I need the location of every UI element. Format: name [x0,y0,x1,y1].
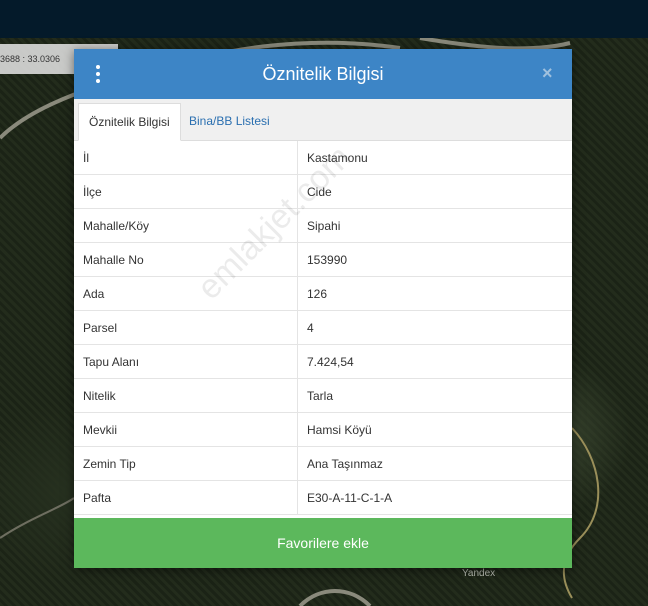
attribute-value: Sipahi [297,208,572,243]
table-row: Nitelik Tarla [74,378,572,413]
attribute-label: İlçe [74,174,298,209]
modal-header: Öznitelik Bilgisi × [74,49,572,99]
attribute-info-modal: Öznitelik Bilgisi × Öznitelik Bilgisi Bi… [74,49,572,568]
attribute-value: 126 [297,276,572,311]
attribute-value: 153990 [297,242,572,277]
table-row: İl Kastamonu [74,141,572,175]
map-attribution: Yandex [462,568,496,579]
table-row: Pafta E30-A-11-C-1-A [74,480,572,515]
attribute-label: İl [74,141,298,175]
table-row: Tapu Alanı 7.424,54 [74,344,572,379]
attribute-value: 7.424,54 [297,344,572,379]
table-row: Zemin Tip Ana Taşınmaz [74,446,572,481]
attribute-value: 4 [297,310,572,345]
table-row: Parsel 4 [74,310,572,345]
attribute-value: Hamsi Köyü [297,412,572,447]
table-row: Mahalle No 153990 [74,242,572,277]
add-to-favorites-button[interactable]: Favorilere ekle [74,518,572,568]
attribute-value: E30-A-11-C-1-A [297,480,572,515]
attribute-value: Ana Taşınmaz [297,446,572,481]
attribute-label: Tapu Alanı [74,344,298,379]
attribute-label: Zemin Tip [74,446,298,481]
tab-attribute-info[interactable]: Öznitelik Bilgisi [78,103,181,141]
attribute-label: Ada [74,276,298,311]
attribute-value: Tarla [297,378,572,413]
attribute-value: Cide [297,174,572,209]
tab-bar: Öznitelik Bilgisi Bina/BB Listesi [74,99,572,141]
close-icon[interactable]: × [542,63,558,83]
modal-title: Öznitelik Bilgisi [262,64,384,84]
attribute-label: Mevkii [74,412,298,447]
table-row: Mahalle/Köy Sipahi [74,208,572,243]
attribute-table: İl Kastamonu İlçe Cide Mahalle/Köy Sipahi Maha… [74,141,572,515]
attribute-label: Mahalle No [74,242,298,277]
attribute-label: Pafta [74,480,298,515]
table-row: Mevkii Hamsi Köyü [74,412,572,447]
table-row: İlçe Cide [74,174,572,209]
attribute-label: Nitelik [74,378,298,413]
top-bar [0,0,648,38]
attribute-value: Kastamonu [297,141,572,175]
attribute-label: Mahalle/Köy [74,208,298,243]
attribute-label: Parsel [74,310,298,345]
table-row: Ada 126 [74,276,572,311]
tab-building-list[interactable]: Bina/BB Listesi [179,103,280,140]
